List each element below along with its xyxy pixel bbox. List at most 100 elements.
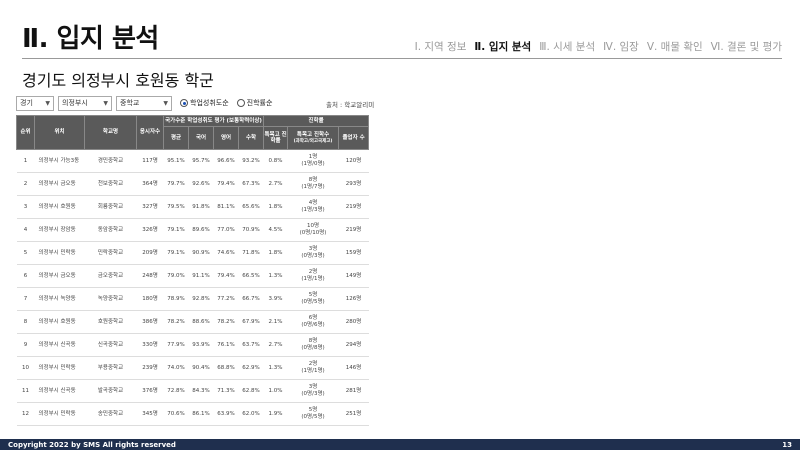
cell-avg: 77.9%: [163, 333, 189, 357]
cell-special-count: 5명 (0명/5명): [287, 287, 339, 311]
cell-rate: 4.5%: [263, 218, 288, 242]
cell-rank: 8: [16, 310, 35, 334]
title-divider: [22, 58, 782, 59]
radio-transfer[interactable]: 진학률순: [236, 98, 273, 108]
cell-rank: 5: [16, 241, 35, 265]
cell-kor: 91.1%: [188, 264, 214, 288]
cell-grad: 159명: [338, 241, 369, 265]
cell-math: 62.8%: [238, 379, 264, 403]
table-row: 7 의정부시 녹양동 녹양중학교 180명 78.9% 92.8% 77.2% 66.7% 3.…: [16, 287, 369, 311]
copyright-text: Copyright 2022 by SMS All rights reserve…: [8, 440, 176, 449]
cell-grad: 293명: [338, 172, 369, 196]
cell-kor: 88.6%: [188, 310, 214, 334]
cell-loc: 의정부시 금오동: [34, 172, 85, 196]
radio-achievement[interactable]: 학업성취도순: [180, 98, 229, 108]
cell-count-sub: (1명/3명): [301, 207, 325, 213]
cell-avg: 79.1%: [163, 218, 189, 242]
city-select[interactable]: 의정부시 ▼: [58, 95, 112, 111]
nav-item[interactable]: Ⅱ. 입지 분석: [474, 39, 531, 54]
nav-item[interactable]: Ⅲ. 시세 분석: [539, 39, 595, 54]
cell-count: 2명: [308, 361, 318, 368]
cell-rate: 1.9%: [263, 402, 288, 426]
cell-avg: 95.1%: [163, 149, 189, 173]
nav-item[interactable]: Ⅴ. 매물 확인: [647, 39, 703, 54]
cell-avg: 79.7%: [163, 172, 189, 196]
cell-school: 호원중학교: [84, 310, 137, 334]
cell-count-sub: (0명/5명): [301, 414, 325, 420]
table-row: 11 의정부시 신곡동 발곡중학교 376명 72.8% 84.3% 71.3% 62.8% 1…: [16, 379, 369, 403]
cell-loc: 의정부시 신곡동: [34, 379, 85, 403]
table-row: 8 의정부시 호원동 호원중학교 386명 78.2% 88.6% 78.2% 67.9% 2.…: [16, 310, 369, 334]
source-note: 출처 : 학교알리미: [326, 101, 375, 109]
province-select[interactable]: 경기 ▼: [16, 95, 54, 111]
cell-n: 327명: [136, 195, 164, 219]
cell-count: 4명: [308, 200, 318, 207]
cell-grad: 251명: [338, 402, 369, 426]
cell-n: 345명: [136, 402, 164, 426]
cell-rank: 7: [16, 287, 35, 311]
cell-special-count: 2명 (1명/1명): [287, 356, 339, 380]
cell-rate: 3.9%: [263, 287, 288, 311]
nav-item[interactable]: Ⅵ. 결론 및 평가: [711, 39, 782, 54]
cell-rate: 2.7%: [263, 333, 288, 357]
col-special-rate: 특목고 진학률: [263, 126, 289, 150]
cell-rank: 2: [16, 172, 35, 196]
table-row: 12 의정부시 민락동 송민중학교 345명 70.6% 86.1% 63.9% 62.0% 1…: [16, 402, 369, 426]
section-nav: Ⅰ. 지역 정보 Ⅱ. 입지 분석 Ⅲ. 시세 분석 Ⅳ. 임장 Ⅴ. 매물 확인 Ⅵ. …: [415, 39, 782, 54]
cell-school: 신곡중학교: [84, 333, 137, 357]
cell-school: 발곡중학교: [84, 379, 137, 403]
nav-item[interactable]: Ⅰ. 지역 정보: [415, 39, 467, 54]
table-row: 4 의정부시 장암동 동암중학교 326명 79.1% 89.6% 77.0% 70.9% 4.…: [16, 218, 369, 242]
cell-kor: 91.8%: [188, 195, 214, 219]
cell-count: 5명: [308, 407, 318, 414]
cell-school: 송민중학교: [84, 402, 137, 426]
cell-special-count: 10명 (0명/10명): [287, 218, 339, 242]
cell-avg: 72.8%: [163, 379, 189, 403]
cell-n: 180명: [136, 287, 164, 311]
cell-math: 62.9%: [238, 356, 264, 380]
cell-math: 71.8%: [238, 241, 264, 265]
col-special-count-label: 특목고 진학수: [296, 131, 330, 138]
cell-count: 8명: [308, 338, 318, 345]
cell-loc: 의정부시 녹양동: [34, 287, 85, 311]
cell-special-count: 1명 (1명/0명): [287, 149, 339, 173]
province-select-value: 경기: [20, 99, 33, 107]
cell-school: 금오중학교: [84, 264, 137, 288]
cell-count: 8명: [308, 177, 318, 184]
cell-avg: 78.2%: [163, 310, 189, 334]
filter-bar: 경기 ▼ 의정부시 ▼ 중학교 ▼ 학업성취도순 진학률순: [16, 95, 372, 111]
cell-math: 65.6%: [238, 195, 264, 219]
chevron-down-icon: ▼: [45, 99, 50, 107]
cell-grad: 294명: [338, 333, 369, 357]
cell-eng: 77.2%: [213, 287, 239, 311]
cell-count: 1명: [308, 154, 318, 161]
nav-item[interactable]: Ⅳ. 임장: [603, 39, 639, 54]
col-special-count: 특목고 진학수 (과학고/외고국제고): [287, 126, 340, 150]
cell-avg: 70.6%: [163, 402, 189, 426]
radio-transfer-label: 진학률순: [246, 99, 273, 107]
cell-rank: 11: [16, 379, 35, 403]
cell-special-count: 2명 (1명/1명): [287, 264, 339, 288]
page-number: 13: [782, 440, 792, 449]
cell-avg: 79.5%: [163, 195, 189, 219]
cell-n: 117명: [136, 149, 164, 173]
cell-avg: 78.9%: [163, 287, 189, 311]
cell-rank: 10: [16, 356, 35, 380]
footer-bar: Copyright 2022 by SMS All rights reserve…: [0, 439, 800, 450]
radio-achievement-label: 학업성취도순: [190, 99, 229, 107]
cell-count-sub: (1명/0명): [301, 161, 325, 167]
cell-eng: 68.8%: [213, 356, 239, 380]
school-level-select[interactable]: 중학교 ▼: [116, 95, 172, 111]
col-group-transfer: 진학률: [263, 115, 370, 127]
col-avg: 평균: [163, 126, 189, 150]
cell-loc: 의정부시 민락동: [34, 241, 85, 265]
cell-rank: 3: [16, 195, 35, 219]
cell-kor: 93.9%: [188, 333, 214, 357]
cell-rate: 1.8%: [263, 241, 288, 265]
cell-kor: 90.9%: [188, 241, 214, 265]
cell-count-sub: (0명/10명): [299, 230, 327, 236]
cell-math: 63.7%: [238, 333, 264, 357]
cell-eng: 74.6%: [213, 241, 239, 265]
cell-count: 5명: [308, 292, 318, 299]
col-grads: 졸업자 수: [338, 126, 370, 150]
